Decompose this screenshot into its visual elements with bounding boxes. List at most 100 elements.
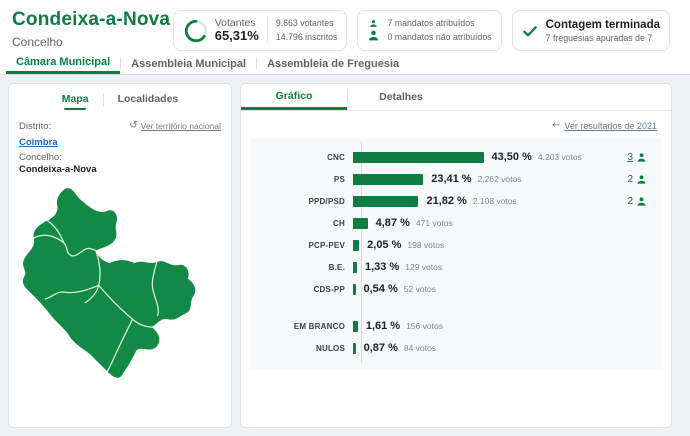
- count-status-text: Contagem terminada 7 freguesias apuradas…: [546, 19, 660, 43]
- municipality-map[interactable]: [13, 175, 227, 417]
- results-panel: Gráfico Detalhes ← Ver resultados de 202…: [240, 83, 672, 428]
- votes-value: 84 votos: [404, 343, 436, 353]
- party-label: PCP-PEV: [251, 241, 353, 250]
- title-block: Condeixa-a-Nova Concelho: [12, 9, 170, 49]
- main-content: Mapa Localidades Distrito: Coimbra Conce…: [0, 75, 690, 436]
- party-label: NULOS: [251, 344, 353, 353]
- percent-value: 2,05 %: [367, 239, 401, 251]
- tab-grafico[interactable]: Gráfico: [241, 84, 347, 110]
- mandates-number: 2: [627, 174, 633, 185]
- party-label: PPD/PSD: [251, 197, 353, 206]
- result-bar: [353, 240, 359, 251]
- tab-assembleia-municipal[interactable]: Assembleia Municipal: [121, 53, 256, 74]
- tab-separator: [103, 94, 104, 106]
- votes-value: 198 votos: [407, 240, 444, 250]
- map-tabs: Mapa Localidades: [9, 84, 231, 115]
- party-label: PS: [251, 175, 353, 184]
- result-row: CNC 43,50 % 4.203 votos 3: [251, 146, 653, 168]
- main-tabbar: Câmara Municipal Assembleia Municipal As…: [0, 53, 690, 75]
- national-territory-link[interactable]: ↺ Ver território nacional: [129, 121, 221, 131]
- votes-value: 2.262 votos: [478, 174, 522, 184]
- result-row: PCP-PEV 2,05 % 198 votos: [251, 234, 653, 256]
- percent-value: 21,82 %: [426, 195, 466, 207]
- result-row: CDS-PP 0,54 % 52 votos: [251, 278, 653, 300]
- turnout-percent: 65,31%: [215, 29, 259, 44]
- map-panel: Mapa Localidades Distrito: Coimbra Conce…: [8, 83, 232, 428]
- mandates-count[interactable]: 3: [627, 152, 653, 163]
- district-link[interactable]: Coimbra: [19, 137, 58, 148]
- result-bar: [353, 174, 423, 185]
- mandates-number[interactable]: 3: [627, 152, 633, 163]
- person-icon: [636, 196, 647, 207]
- person-icon: [636, 152, 647, 163]
- geo-info: Distrito: Coimbra Concelho: Condeixa-a-N…: [19, 119, 97, 175]
- council-name: Condeixa-a-Nova: [19, 164, 97, 175]
- result-row: B.E. 1,33 % 129 votos: [251, 256, 653, 278]
- mandates-text: 7 mandatos atribuídos 0 mandatos não atr…: [387, 17, 491, 44]
- link-row: ← Ver resultados de 2021: [241, 111, 671, 134]
- mandates-unassigned: 0 mandatos não atribuídos: [387, 31, 491, 45]
- percent-value: 43,50 %: [492, 151, 532, 163]
- mandates-card: 7 mandatos atribuídos 0 mandatos não atr…: [357, 10, 501, 51]
- registered-count: 14.796 inscritos: [276, 31, 338, 44]
- mandates-assigned: 7 mandatos atribuídos: [387, 17, 491, 31]
- turnout-block: Votantes 65,31%: [215, 17, 259, 44]
- left-arrow-icon: ←: [552, 120, 560, 131]
- mandates-count[interactable]: 2: [627, 196, 653, 207]
- result-row: PPD/PSD 21,82 % 2.108 votos 2: [251, 190, 653, 212]
- tab-camara-municipal[interactable]: Câmara Municipal: [6, 53, 120, 74]
- votes-value: 156 votos: [406, 321, 443, 331]
- mandates-number: 2: [627, 196, 633, 207]
- person-icon: [369, 19, 378, 28]
- votes-value: 2.108 votos: [473, 196, 517, 206]
- app-window: Condeixa-a-Nova Concelho Votantes 65,31%…: [0, 0, 690, 436]
- person-icon: [367, 29, 380, 42]
- page-header: Condeixa-a-Nova Concelho Votantes 65,31%…: [0, 0, 690, 53]
- result-bar: [353, 262, 357, 273]
- result-bar: [353, 343, 356, 354]
- party-label: CNC: [251, 153, 353, 162]
- person-icon: [636, 174, 647, 185]
- percent-value: 0,87 %: [364, 342, 398, 354]
- result-row: CH4,87 %471 votos: [251, 212, 653, 234]
- result-bar: [353, 218, 368, 229]
- votes-value: 129 votos: [405, 262, 442, 272]
- results-bar-chart: CNC 43,50 % 4.203 votos 3 PS 23,41 % 2.262 vot…: [251, 138, 661, 369]
- undo-arrow-icon: ↺: [129, 121, 137, 131]
- mandates-icons: [367, 19, 380, 42]
- council-label: Concelho:: [19, 152, 97, 163]
- percent-value: 4,87 %: [376, 217, 410, 229]
- voters-counts: 9.663 votantes 14.796 inscritos: [276, 17, 338, 43]
- result-bar: [353, 284, 356, 295]
- turnout-donut-icon: [183, 18, 209, 44]
- party-label: CDS-PP: [251, 285, 353, 294]
- checkmark-icon: [522, 23, 538, 39]
- result-row: NULOS 0,87 % 84 votos: [251, 337, 653, 359]
- summary-cards: Votantes 65,31% 9.663 votantes 14.796 in…: [173, 10, 670, 51]
- tab-mapa[interactable]: Mapa: [62, 93, 89, 110]
- results-2021-link[interactable]: ← Ver resultados de 2021: [552, 120, 657, 131]
- count-status-title: Contagem terminada: [546, 19, 660, 31]
- district-label: Distrito:: [19, 121, 97, 132]
- count-status-card: Contagem terminada 7 freguesias apuradas…: [512, 10, 670, 51]
- results-tabs: Gráfico Detalhes: [241, 84, 671, 111]
- percent-value: 0,54 %: [364, 283, 398, 295]
- percent-value: 23,41 %: [431, 173, 471, 185]
- tab-assembleia-de-freguesia[interactable]: Assembleia de Freguesia: [257, 53, 409, 74]
- count-status-subtitle: 7 freguesias apuradas de 7: [546, 33, 660, 43]
- percent-value: 1,33 %: [365, 261, 399, 273]
- votes-value: 52 votos: [404, 284, 436, 294]
- voters-count: 9.663 votantes: [276, 17, 338, 30]
- result-row: EM BRANCO1,61 %156 votos: [251, 315, 653, 337]
- votes-value: 471 votos: [416, 218, 453, 228]
- party-label: B.E.: [251, 263, 353, 272]
- mandates-count[interactable]: 2: [627, 174, 653, 185]
- tab-localidades[interactable]: Localidades: [118, 93, 179, 110]
- result-row: PS 23,41 % 2.262 votos 2: [251, 168, 653, 190]
- party-label: EM BRANCO: [251, 322, 353, 331]
- result-bar: [353, 196, 418, 207]
- card-divider: [267, 18, 268, 44]
- page-subtitle: Concelho: [12, 35, 170, 49]
- tab-detalhes[interactable]: Detalhes: [348, 84, 454, 110]
- votes-value: 4.203 votos: [538, 152, 582, 162]
